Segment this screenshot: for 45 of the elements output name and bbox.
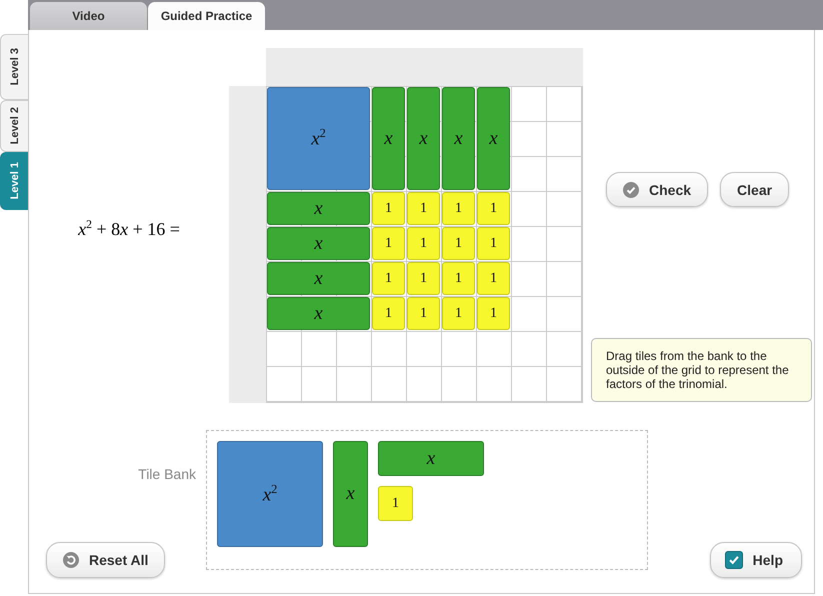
help-button[interactable]: Help: [710, 542, 802, 578]
unit-tile[interactable]: 1: [407, 262, 440, 295]
unit-tile[interactable]: 1: [477, 262, 510, 295]
unit-tile[interactable]: 1: [477, 297, 510, 330]
x-tile[interactable]: x: [333, 441, 368, 547]
x-tile[interactable]: x: [267, 192, 370, 225]
clear-button[interactable]: Clear: [720, 172, 790, 207]
level-tab[interactable]: Level 1: [0, 152, 28, 210]
tab[interactable]: Video: [30, 2, 147, 30]
unit-tile[interactable]: 1: [372, 297, 405, 330]
unit-tile[interactable]: 1: [378, 486, 413, 521]
tab[interactable]: Guided Practice: [148, 2, 265, 30]
unit-tile[interactable]: 1: [442, 297, 475, 330]
x-tile[interactable]: x: [442, 87, 475, 190]
x-tile[interactable]: x: [267, 262, 370, 295]
level-tab[interactable]: Level 2: [0, 100, 28, 152]
x-tile[interactable]: x: [477, 87, 510, 190]
unit-tile[interactable]: 1: [407, 192, 440, 225]
hint-box: Drag tiles from the bank to the outside of the grid to represent the factors of the trinomial.: [591, 338, 812, 402]
unit-tile[interactable]: 1: [407, 297, 440, 330]
unit-tile[interactable]: 1: [407, 227, 440, 260]
unit-tile[interactable]: 1: [442, 227, 475, 260]
reset-all-button[interactable]: Reset All: [46, 542, 166, 578]
x-tile[interactable]: x: [267, 227, 370, 260]
level-tab[interactable]: Level 3: [0, 34, 28, 100]
x-squared-tile[interactable]: x$^{2}$: [217, 441, 323, 547]
equation: x$^{2}$ + 8x + 16 =: [78, 218, 180, 240]
x-tile[interactable]: x: [267, 297, 370, 330]
x-squared-tile[interactable]: x$^{2}$: [267, 87, 370, 190]
checkmark-icon: [726, 553, 741, 567]
check-button[interactable]: Check: [606, 172, 708, 207]
reset-icon: [63, 552, 79, 568]
check-icon: [623, 182, 639, 198]
x-tile[interactable]: x: [378, 441, 484, 476]
checkbox[interactable]: [724, 551, 743, 569]
unit-tile[interactable]: 1: [372, 262, 405, 295]
x-tile[interactable]: x: [372, 87, 405, 190]
unit-tile[interactable]: 1: [477, 192, 510, 225]
unit-tile[interactable]: 1: [372, 227, 405, 260]
x-tile[interactable]: x: [407, 87, 440, 190]
tile-bank-label: Tile Bank: [138, 466, 196, 482]
unit-tile[interactable]: 1: [372, 192, 405, 225]
unit-tile[interactable]: 1: [442, 262, 475, 295]
unit-tile[interactable]: 1: [442, 192, 475, 225]
unit-tile[interactable]: 1: [477, 227, 510, 260]
